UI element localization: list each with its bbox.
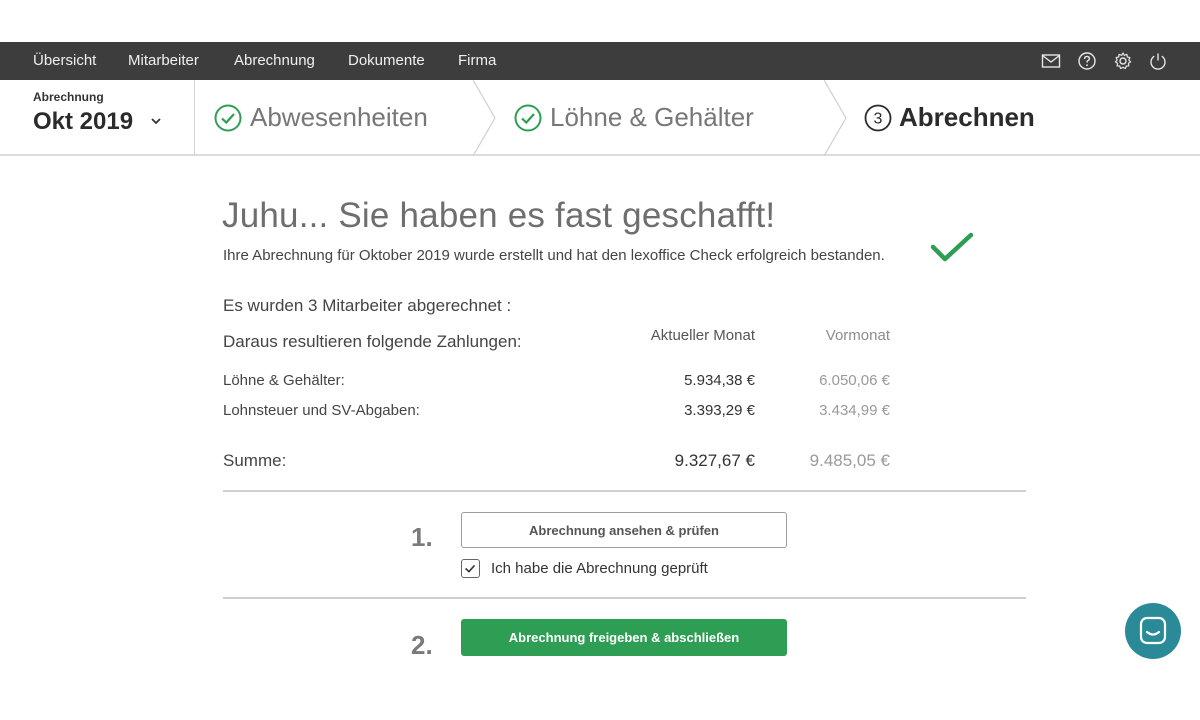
divider: [223, 490, 1026, 492]
gear-icon[interactable]: [1113, 51, 1133, 71]
reviewed-checkbox-label: Ich habe die Abrechnung geprüft: [491, 560, 708, 577]
check-circle-icon: [514, 104, 542, 132]
top-navigation: Übersicht Mitarbeiter Abrechnung Dokumen…: [0, 42, 1200, 80]
step-separator-icon: [473, 80, 496, 156]
step-label: Abwesenheiten: [250, 102, 428, 132]
payments-intro-text: Daraus resultieren folgende Zahlungen:: [223, 332, 522, 351]
payroll-stepper: Abrechnung Okt 2019 Abwesenheiten Löhne …: [0, 80, 1200, 156]
period-selector[interactable]: Abrechnung Okt 2019: [0, 80, 195, 154]
help-icon[interactable]: [1077, 51, 1097, 71]
nav-item-mitarbeiter[interactable]: Mitarbeiter: [128, 42, 199, 80]
nav-item-abrechnung[interactable]: Abrechnung: [234, 42, 315, 80]
page-headline: Juhu... Sie haben es fast geschafft!: [222, 196, 776, 235]
finalize-payroll-button[interactable]: Abrechnung freigeben & abschließen: [461, 619, 787, 656]
row-value-previous-loehne: 6.050,06 €: [819, 372, 890, 389]
step-abwesenheiten[interactable]: Abwesenheiten: [195, 80, 495, 154]
nav-item-dokumente[interactable]: Dokumente: [348, 42, 425, 80]
column-header-previous: Vormonat: [825, 327, 890, 344]
nav-item-firma[interactable]: Firma: [458, 42, 496, 80]
step-label: Löhne & Gehälter: [550, 102, 754, 132]
period-label: Abrechnung: [33, 90, 104, 104]
chat-icon: [1139, 616, 1167, 645]
action-step-number-2: 2.: [411, 630, 433, 660]
row-label-loehne: Löhne & Gehälter:: [223, 372, 345, 389]
mail-icon[interactable]: [1041, 51, 1061, 71]
review-payroll-button[interactable]: Abrechnung ansehen & prüfen: [461, 512, 787, 548]
sum-value-previous: 9.485,05 €: [809, 451, 890, 470]
sum-value-current: 9.327,67 €: [674, 451, 755, 470]
period-value: Okt 2019: [33, 108, 134, 135]
step-number: 3: [874, 111, 883, 128]
divider: [223, 597, 1026, 599]
check-circle-icon: [214, 104, 242, 132]
chat-launcher-button[interactable]: [1125, 603, 1181, 659]
row-value-previous-lohnsteuer: 3.434,99 €: [819, 402, 890, 419]
step-label: Abrechnen: [899, 102, 1035, 132]
action-step-number-1: 1.: [411, 522, 433, 552]
status-message: Ihre Abrechnung für Oktober 2019 wurde e…: [223, 247, 885, 264]
employee-count-text: Es wurden 3 Mitarbeiter abgerechnet :: [223, 296, 512, 315]
step-separator-icon: [824, 80, 847, 156]
step-loehne-gehaelter[interactable]: Löhne & Gehälter: [495, 80, 825, 154]
reviewed-checkbox[interactable]: [461, 559, 480, 578]
row-value-current-loehne: 5.934,38 €: [684, 372, 755, 389]
step-number-circle: 3: [864, 104, 892, 132]
row-value-current-lohnsteuer: 3.393,29 €: [684, 402, 755, 419]
chevron-down-icon: [151, 118, 161, 125]
column-header-current: Aktueller Monat: [650, 327, 755, 344]
sum-label: Summe:: [223, 451, 287, 470]
nav-item-uebersicht[interactable]: Übersicht: [33, 42, 96, 80]
checkmark-icon: [465, 564, 476, 573]
power-icon[interactable]: [1148, 51, 1168, 71]
success-check-icon: [930, 232, 974, 262]
step-abrechnen[interactable]: 3 Abrechnen: [848, 80, 1200, 154]
row-label-lohnsteuer: Lohnsteuer und SV-Abgaben:: [223, 402, 420, 419]
